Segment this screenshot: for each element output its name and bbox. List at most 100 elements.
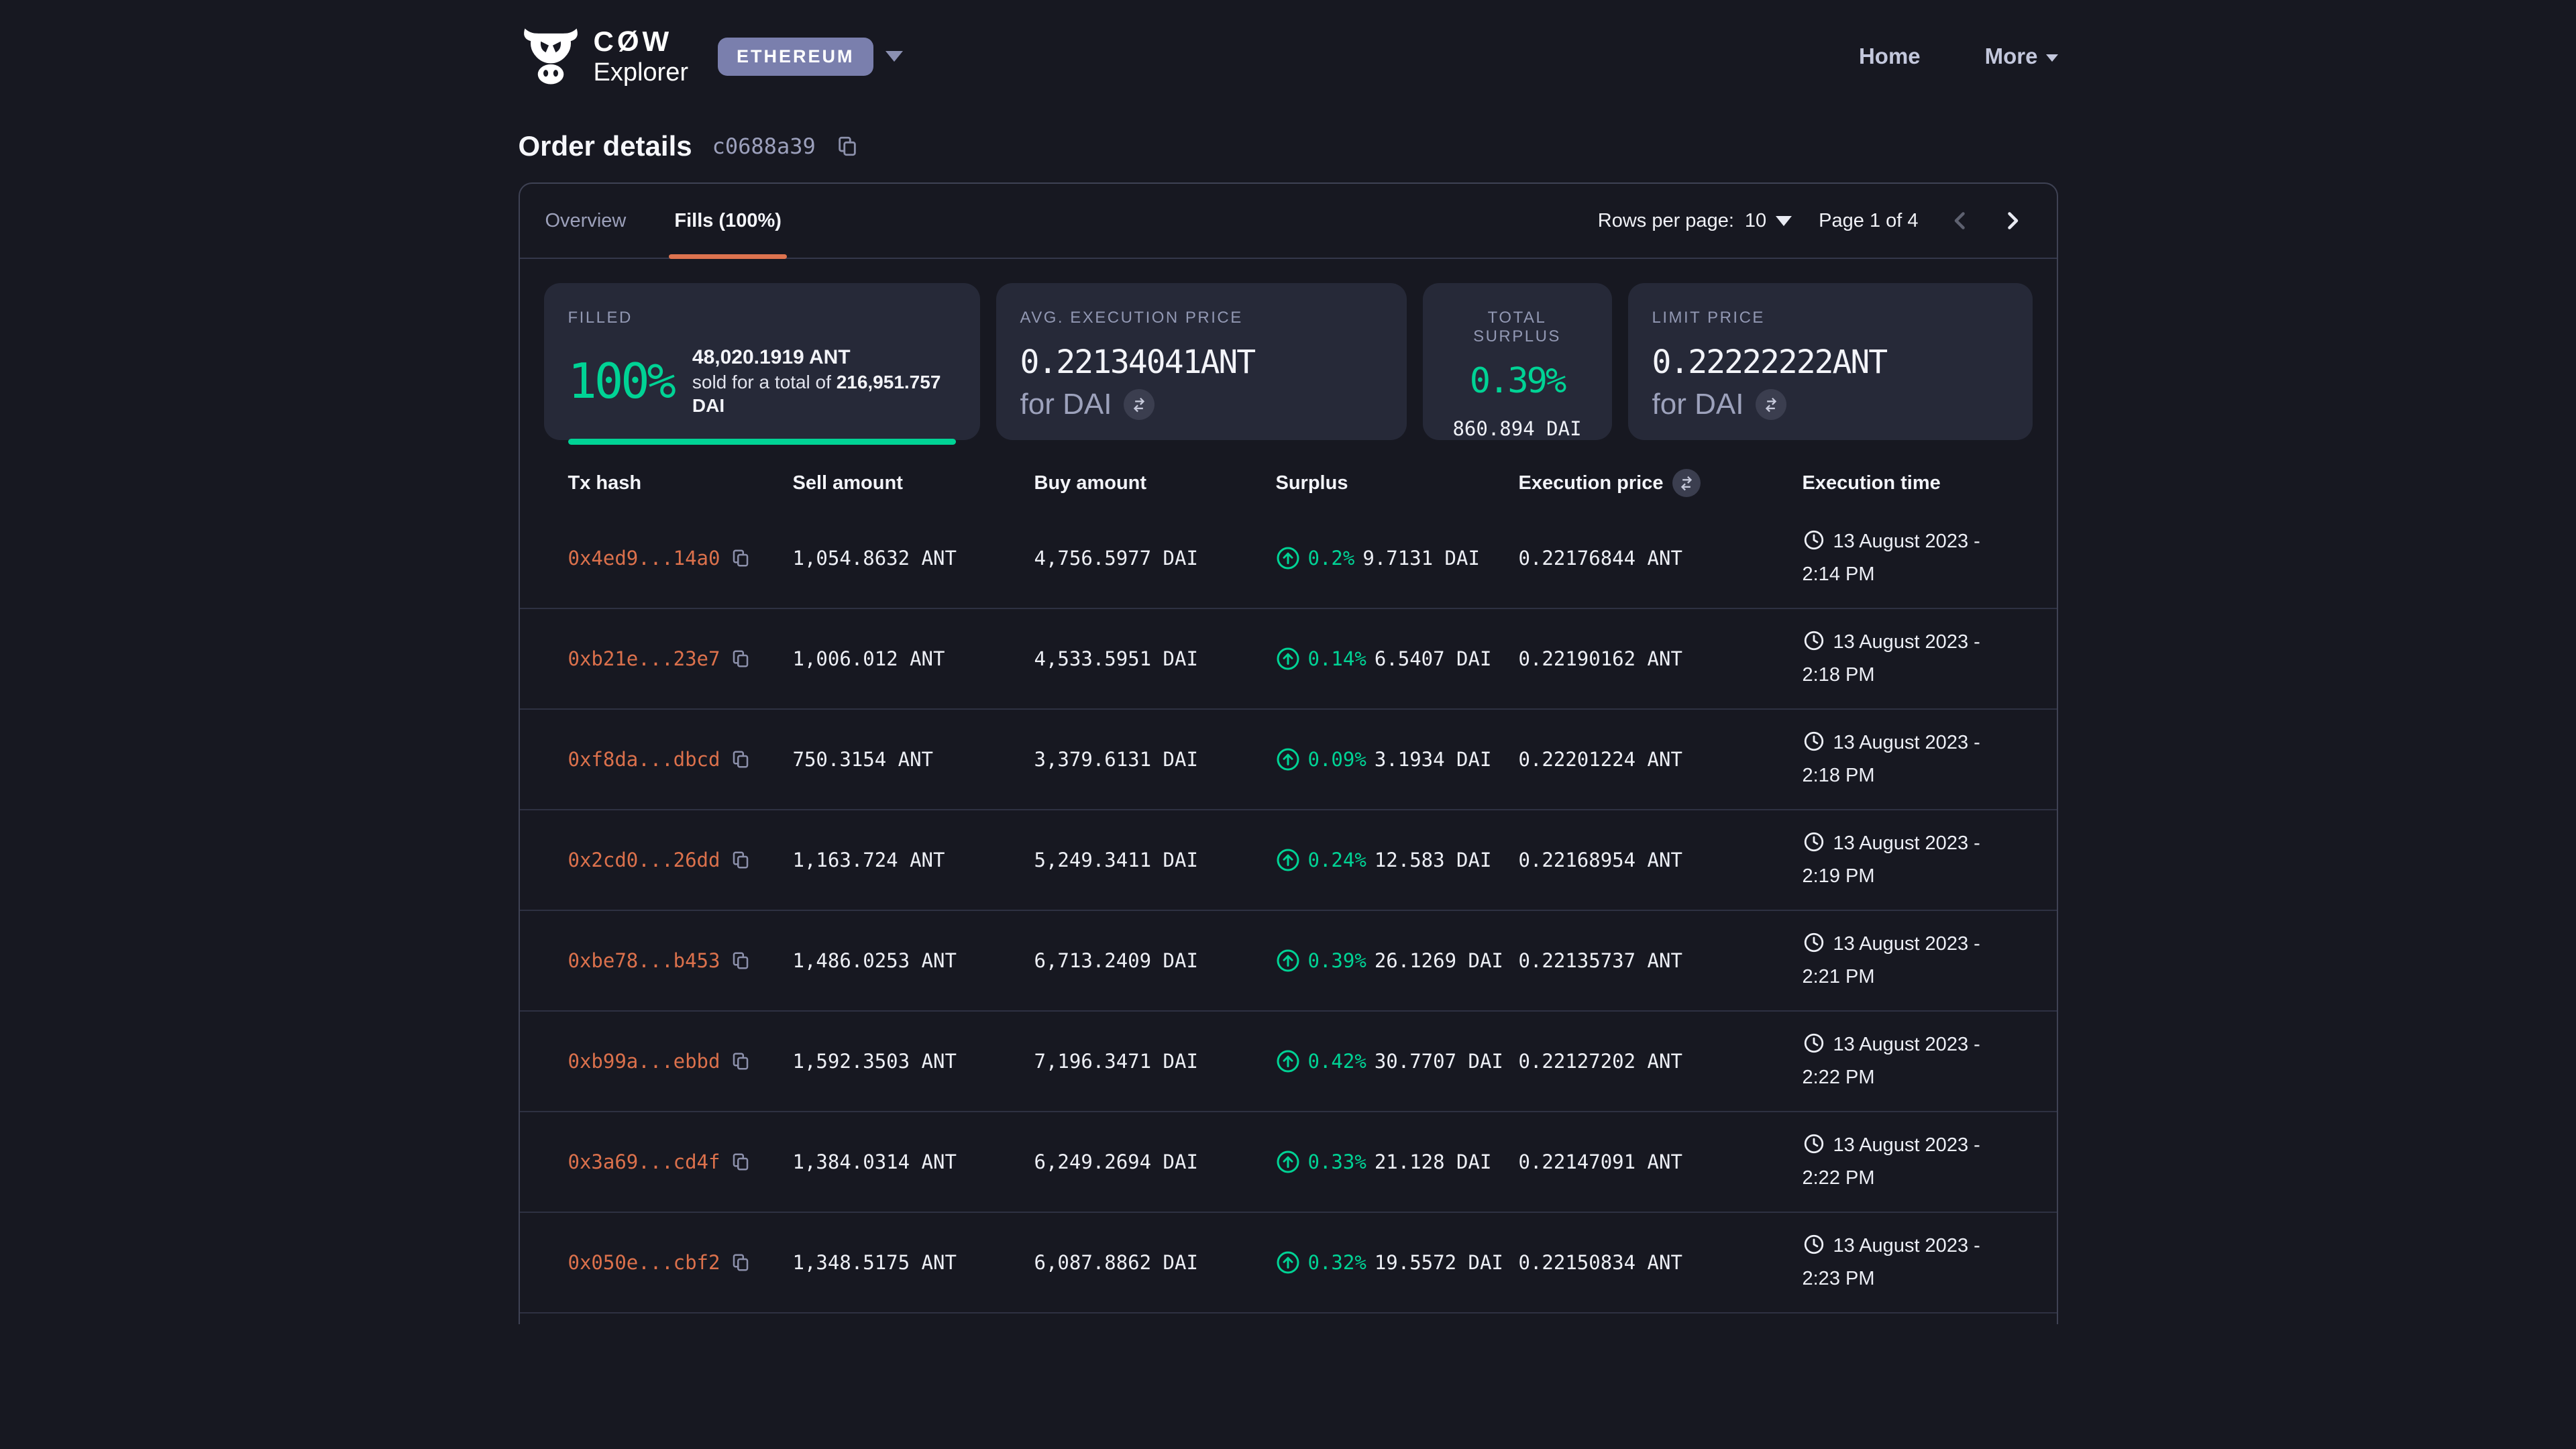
tx-hash-link[interactable]: 0xb99a...ebbd <box>568 1050 720 1073</box>
chevron-right-icon <box>2000 209 2025 233</box>
tx-hash-link[interactable]: 0x3a69...cd4f <box>568 1150 720 1173</box>
avg-execution-price-unit: for DAI <box>1020 388 1112 421</box>
execution-time-cell: 13 August 2023 - 2:22 PM <box>1803 1030 2035 1093</box>
filled-total-line: sold for a total of 216,951.757 DAI <box>692 370 956 417</box>
tx-hash-link[interactable]: 0x2cd0...26dd <box>568 849 720 871</box>
tab-fills[interactable]: Fills (100%) <box>669 184 787 258</box>
arrow-up-circle-icon <box>1276 1150 1300 1174</box>
surplus-percent: 0.2% <box>1308 547 1355 570</box>
surplus-percent: 0.14% <box>1308 647 1366 670</box>
logo-text: CØW Explorer <box>594 28 689 85</box>
order-details-panel: Overview Fills (100%) Rows per page: 10 … <box>519 182 2058 1324</box>
table-row: 0x4ed9...14a0 1,054.8632 ANT 4,756.5977 … <box>520 508 2057 609</box>
surplus-cell: 0.39% 26.1269 DAI <box>1276 949 1519 973</box>
surplus-amount: 26.1269 DAI <box>1375 949 1503 972</box>
invert-price-button[interactable] <box>1124 389 1155 420</box>
copy-icon <box>731 749 751 769</box>
network-selector[interactable]: ETHEREUM <box>718 38 903 76</box>
limit-price-card: LIMIT PRICE 0.22222222ANT for DAI <box>1628 283 2033 440</box>
surplus-percent: 0.32% <box>1308 1251 1366 1274</box>
buy-amount-cell: 5,249.3411 DAI <box>1034 849 1276 871</box>
copy-tx-hash-button[interactable] <box>731 850 751 870</box>
copy-tx-hash-button[interactable] <box>731 1252 751 1273</box>
surplus-cell: 0.33% 21.128 DAI <box>1276 1150 1519 1174</box>
execution-time-cell: 13 August 2023 - 2:18 PM <box>1803 729 2035 791</box>
copy-tx-hash-button[interactable] <box>731 649 751 669</box>
surplus-percent: 0.39% <box>1308 949 1366 972</box>
tx-hash-link[interactable]: 0xf8da...dbcd <box>568 748 720 771</box>
sell-amount-cell: 1,592.3503 ANT <box>793 1050 1034 1073</box>
copy-icon <box>731 951 751 971</box>
arrow-up-circle-icon <box>1276 546 1300 570</box>
surplus-cell: 0.09% 3.1934 DAI <box>1276 747 1519 771</box>
arrow-up-circle-icon <box>1276 647 1300 671</box>
copy-order-id-button[interactable] <box>836 135 859 158</box>
arrow-up-circle-icon <box>1276 949 1300 973</box>
nav-more-label: More <box>1985 44 2038 69</box>
table-row: 0xb21e...23e7 1,006.012 ANT 4,533.5951 D… <box>520 609 2057 710</box>
tab-overview[interactable]: Overview <box>540 184 632 258</box>
tx-hash-link[interactable]: 0xb21e...23e7 <box>568 647 720 670</box>
buy-amount-cell: 4,756.5977 DAI <box>1034 547 1276 570</box>
table-row: 0xd1a2...a18e 1,380.996 ANT 6,235.7737 D… <box>520 1313 2057 1324</box>
sell-amount-cell: 1,163.724 ANT <box>793 849 1034 871</box>
col-header-tx-hash: Tx hash <box>568 472 793 494</box>
chevron-down-icon <box>885 51 903 62</box>
execution-price-cell: 0.22190162 ANT <box>1519 647 1803 670</box>
copy-tx-hash-button[interactable] <box>731 1152 751 1172</box>
tab-bar: Overview Fills (100%) Rows per page: 10 … <box>520 184 2057 259</box>
col-header-sell-amount: Sell amount <box>793 472 1034 494</box>
invert-price-button[interactable] <box>1756 389 1786 420</box>
tx-hash-link[interactable]: 0x4ed9...14a0 <box>568 547 720 570</box>
avg-execution-price-value: 0.22134041ANT <box>1020 343 1383 381</box>
surplus-cell: 0.24% 12.583 DAI <box>1276 848 1519 872</box>
limit-price-label: LIMIT PRICE <box>1652 309 2008 327</box>
arrow-up-circle-icon <box>1276 848 1300 872</box>
tx-hash-link[interactable]: 0x050e...cbf2 <box>568 1251 720 1274</box>
tx-hash-link[interactable]: 0xbe78...b453 <box>568 949 720 972</box>
copy-tx-hash-button[interactable] <box>731 548 751 568</box>
copy-tx-hash-button[interactable] <box>731 1051 751 1071</box>
col-header-execution-time: Execution time <box>1803 472 2035 494</box>
order-id: c0688a39 <box>712 133 816 159</box>
execution-price-cell: 0.22147091 ANT <box>1519 1150 1803 1173</box>
clock-icon <box>1803 1233 1825 1265</box>
next-page-button[interactable] <box>1998 206 2027 235</box>
copy-icon <box>731 1152 751 1172</box>
tx-hash-cell: 0x4ed9...14a0 <box>568 547 793 570</box>
sell-amount-cell: 750.3154 ANT <box>793 748 1034 771</box>
previous-page-button[interactable] <box>1945 206 1975 235</box>
arrow-up-circle-icon <box>1276 1049 1300 1073</box>
execution-time-text: 13 August 2023 - 2:14 PM <box>1803 531 1980 586</box>
cow-explorer-logo[interactable]: CØW Explorer <box>519 28 689 85</box>
filled-label: FILLED <box>568 309 956 327</box>
execution-time-cell: 13 August 2023 - 2:14 PM <box>1803 527 2035 590</box>
nav-more-menu[interactable]: More <box>1985 44 2058 69</box>
swap-arrows-icon <box>1677 474 1696 492</box>
execution-time-text: 13 August 2023 - 2:21 PM <box>1803 933 1980 988</box>
execution-price-cell: 0.22127202 ANT <box>1519 1050 1803 1073</box>
rows-per-page-select[interactable]: 10 <box>1745 210 1792 232</box>
copy-tx-hash-button[interactable] <box>731 749 751 769</box>
cow-icon <box>519 28 583 85</box>
execution-time-text: 13 August 2023 - 2:18 PM <box>1803 732 1980 787</box>
col-header-surplus: Surplus <box>1276 472 1519 494</box>
copy-tx-hash-button[interactable] <box>731 951 751 971</box>
surplus-cell: 0.14% 6.5407 DAI <box>1276 647 1519 671</box>
sell-amount-cell: 1,006.012 ANT <box>793 647 1034 670</box>
surplus-cell: 0.32% 19.5572 DAI <box>1276 1250 1519 1275</box>
chevron-left-icon <box>1948 209 1972 233</box>
surplus-percent: 0.09% <box>1308 748 1366 771</box>
network-badge[interactable]: ETHEREUM <box>718 38 873 76</box>
buy-amount-cell: 6,087.8862 DAI <box>1034 1251 1276 1274</box>
total-surplus-card: TOTAL SURPLUS 0.39% 860.894 DAI <box>1423 283 1612 440</box>
dropdown-caret-icon <box>1776 216 1792 226</box>
filled-sold-amount: 48,020.1919 ANT <box>692 345 956 370</box>
execution-time-cell: 13 August 2023 - 2:19 PM <box>1803 829 2035 892</box>
page-title: Order details <box>519 130 692 162</box>
arrow-up-circle-icon <box>1276 1250 1300 1275</box>
nav-home-link[interactable]: Home <box>1859 44 1921 69</box>
table-row: 0x3a69...cd4f 1,384.0314 ANT 6,249.2694 … <box>520 1112 2057 1213</box>
chevron-down-icon <box>2046 54 2058 62</box>
invert-price-column-button[interactable] <box>1672 469 1701 497</box>
